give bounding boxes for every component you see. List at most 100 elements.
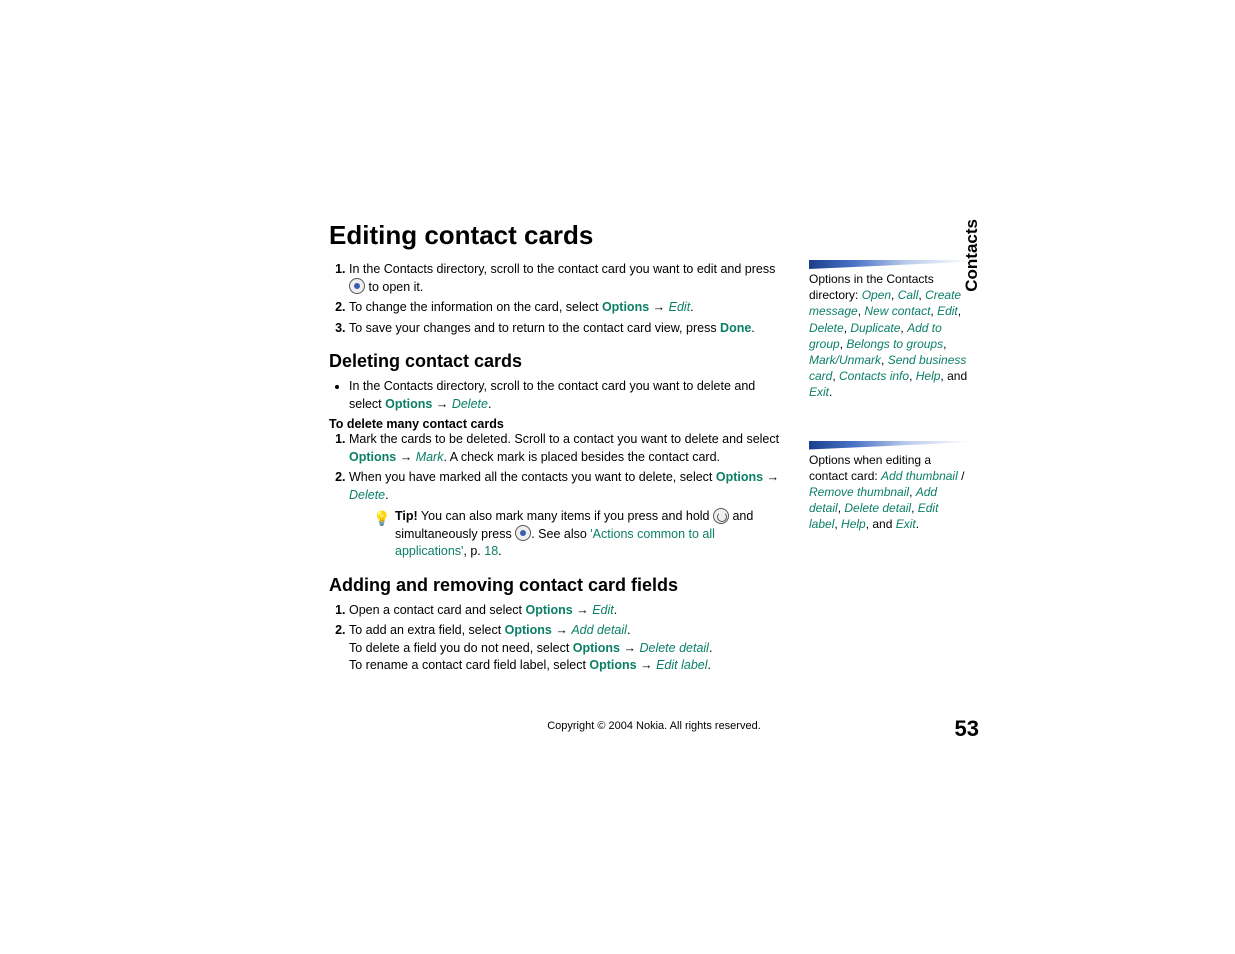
tip-bulb-icon: 💡 (369, 508, 395, 529)
sidebar-note-directory-options: Options in the Contacts directory: Open,… (809, 260, 969, 401)
text: . (829, 385, 832, 399)
mark-action: Mark (416, 450, 444, 464)
option-item: Add thumbnail (881, 469, 958, 483)
text: , and (940, 369, 967, 383)
sidebar-column: Options in the Contacts directory: Open,… (809, 220, 969, 532)
text: / (958, 469, 965, 483)
text: . (627, 623, 630, 637)
tip-row: 💡 Tip! You can also mark many items if y… (369, 508, 789, 561)
text: To save your changes and to return to th… (349, 321, 720, 335)
text: Open a contact card and select (349, 603, 526, 617)
text: To rename a contact card field label, se… (349, 658, 589, 672)
edit-action: Edit (669, 300, 691, 314)
text: In the Contacts directory, scroll to the… (349, 262, 775, 276)
option-item: Duplicate (850, 321, 900, 335)
option-item: Help (916, 369, 941, 383)
arrow-icon: → (640, 658, 653, 672)
text: . (385, 488, 388, 502)
text: To add an extra field, select (349, 623, 505, 637)
text: , and (866, 517, 896, 531)
heading-editing-contact-cards: Editing contact cards (329, 220, 789, 251)
sub-line-rename-field: To rename a contact card field label, se… (349, 657, 789, 675)
option-item: Help (841, 517, 866, 531)
arrow-icon: → (400, 450, 413, 464)
option-item: Call (898, 288, 919, 302)
delete-action: Delete (452, 397, 488, 411)
text: . (708, 658, 711, 672)
text: to open it. (365, 280, 423, 294)
heading-adding-removing-fields: Adding and removing contact card fields (329, 575, 789, 596)
page-ref-link[interactable]: 18 (484, 544, 498, 558)
options-command: Options (589, 658, 636, 672)
delete-bullet-list: In the Contacts directory, scroll to the… (329, 378, 789, 413)
arrow-icon: → (555, 623, 568, 637)
options-command: Options (385, 397, 432, 411)
edit-label-action: Edit label (656, 658, 707, 672)
delete-detail-action: Delete detail (639, 641, 709, 655)
step-1: Mark the cards to be deleted. Scroll to … (349, 431, 789, 466)
option-item: Contacts info (839, 369, 909, 383)
arrow-icon: → (436, 397, 449, 411)
text: To delete a field you do not need, selec… (349, 641, 573, 655)
page-number: 53 (955, 716, 979, 742)
step-3: To save your changes and to return to th… (349, 320, 789, 338)
step-1: In the Contacts directory, scroll to the… (349, 261, 789, 296)
delete-bullet: In the Contacts directory, scroll to the… (349, 378, 789, 413)
tip-label: Tip! (395, 509, 418, 523)
step-2: When you have marked all the contacts yo… (349, 469, 789, 561)
text: . (709, 641, 712, 655)
text: . (614, 603, 617, 617)
text: . (916, 517, 919, 531)
text: To change the information on the card, s… (349, 300, 602, 314)
option-item: Belongs to groups (846, 337, 943, 351)
delete-many-subheading: To delete many contact cards (329, 417, 789, 431)
main-column: Editing contact cards In the Contacts di… (329, 220, 789, 678)
options-command: Options (526, 603, 573, 617)
text: When you have marked all the contacts yo… (349, 470, 716, 484)
option-item: Delete detail (844, 501, 911, 515)
delete-action: Delete (349, 488, 385, 502)
option-item: Exit (809, 385, 829, 399)
option-item: Remove thumbnail (809, 485, 909, 499)
text: . (498, 544, 501, 558)
text: . (690, 300, 693, 314)
options-command: Options (349, 450, 396, 464)
sidebar-rule-icon (809, 260, 969, 269)
text: , p. (463, 544, 484, 558)
arrow-icon: → (767, 470, 780, 484)
options-command: Options (505, 623, 552, 637)
sidebar-rule-icon (809, 441, 969, 450)
option-item: Mark/Unmark (809, 353, 881, 367)
delete-many-steps: Mark the cards to be deleted. Scroll to … (329, 431, 789, 561)
options-command: Options (573, 641, 620, 655)
option-item: New contact (864, 304, 930, 318)
step-2: To add an extra field, select Options → … (349, 622, 789, 675)
add-remove-steps: Open a contact card and select Options →… (329, 602, 789, 675)
page-footer: Copyright © 2004 Nokia. All rights reser… (329, 720, 979, 732)
options-command: Options (716, 470, 763, 484)
joystick-press-icon (349, 278, 365, 294)
arrow-icon: → (576, 603, 589, 617)
add-detail-action: Add detail (571, 623, 627, 637)
edit-steps-list: In the Contacts directory, scroll to the… (329, 261, 789, 337)
options-command: Options (602, 300, 649, 314)
tip-text: Tip! You can also mark many items if you… (395, 508, 789, 561)
sub-line-delete-field: To delete a field you do not need, selec… (349, 640, 789, 658)
option-item: Edit (937, 304, 958, 318)
option-item: Open (862, 288, 891, 302)
option-item: Exit (896, 517, 916, 531)
text: You can also mark many items if you pres… (418, 509, 713, 523)
sidebar-note-editing-options: Options when editing a contact card: Add… (809, 441, 969, 533)
text: . (488, 397, 491, 411)
text: Mark the cards to be deleted. Scroll to … (349, 432, 779, 446)
arrow-icon: → (653, 300, 666, 314)
text: . See also (531, 527, 590, 541)
joystick-press-icon (515, 525, 531, 541)
edit-key-icon (713, 508, 729, 524)
copyright-text: Copyright © 2004 Nokia. All rights reser… (329, 720, 979, 732)
edit-action: Edit (592, 603, 614, 617)
step-2: To change the information on the card, s… (349, 299, 789, 317)
step-1: Open a contact card and select Options →… (349, 602, 789, 620)
arrow-icon: → (623, 641, 636, 655)
option-item: Delete (809, 321, 844, 335)
